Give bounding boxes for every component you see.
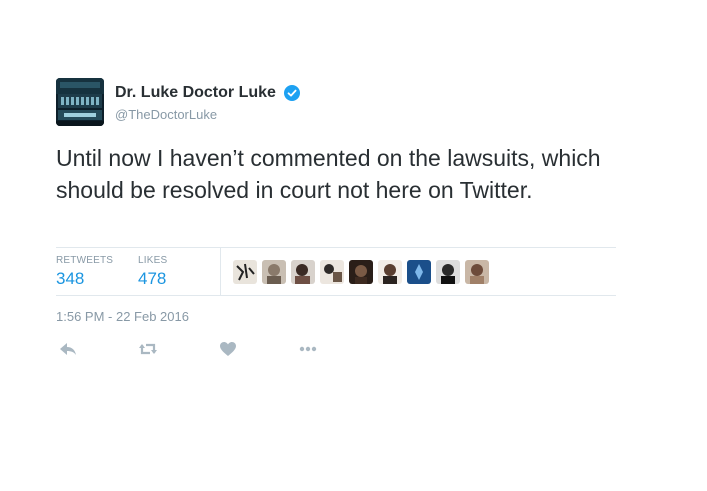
more-icon[interactable] <box>296 337 320 361</box>
author-avatar[interactable] <box>56 78 104 126</box>
reply-icon[interactable] <box>56 337 80 361</box>
liker-avatar[interactable] <box>320 260 344 284</box>
like-icon[interactable] <box>216 337 240 361</box>
stats-divider <box>220 248 221 295</box>
author-name-row: Dr. Luke Doctor Luke <box>115 84 301 102</box>
likes-stat[interactable]: LIKES 478 <box>138 255 167 289</box>
likes-count: 478 <box>138 269 167 288</box>
tweet-text: Until now I haven’t commented on the law… <box>56 145 601 203</box>
tweet-header: Dr. Luke Doctor Luke @TheDoctorLuke <box>56 78 616 126</box>
retweets-count: 348 <box>56 269 85 288</box>
liker-avatar[interactable] <box>349 260 373 284</box>
liker-avatar[interactable] <box>378 260 402 284</box>
tweet-timestamp[interactable]: 1:56 PM - 22 Feb 2016 <box>56 309 189 324</box>
liker-avatar[interactable] <box>436 260 460 284</box>
retweets-stat[interactable]: RETWEETS 348 <box>56 255 113 289</box>
retweet-icon[interactable] <box>136 337 160 361</box>
author-username[interactable]: @TheDoctorLuke <box>115 107 217 122</box>
likes-label: LIKES <box>138 255 168 266</box>
liker-avatar[interactable] <box>465 260 489 284</box>
tweet-actions <box>56 337 356 361</box>
retweets-label: RETWEETS <box>56 255 114 266</box>
verified-badge-icon <box>284 85 301 101</box>
tweet-stats: RETWEETS 348 LIKES 478 <box>56 247 616 296</box>
author-name[interactable]: Dr. Luke Doctor Luke <box>115 84 276 101</box>
liker-avatar[interactable] <box>291 260 315 284</box>
liker-avatar[interactable] <box>407 260 431 284</box>
liker-avatar[interactable] <box>262 260 286 284</box>
liker-avatar[interactable] <box>233 260 257 284</box>
